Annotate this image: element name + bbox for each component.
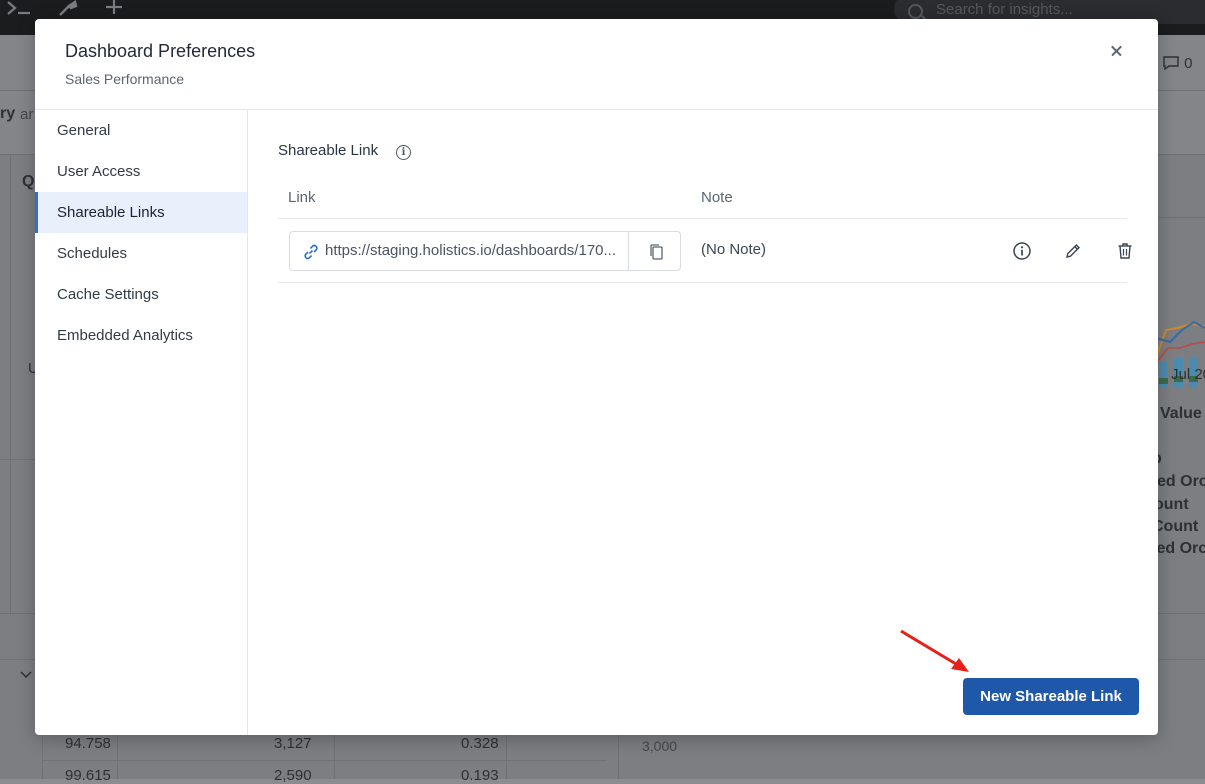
shareable-link-field[interactable]: https://staging.holistics.io/dashboards/… (289, 231, 681, 271)
modal-title: Dashboard Preferences (65, 41, 256, 61)
comments-count[interactable]: 0 (1162, 55, 1193, 72)
annotation-arrow-icon (900, 629, 969, 672)
delete-trash-icon[interactable] (1115, 241, 1135, 261)
terminal-icon[interactable] (6, 0, 32, 17)
wrench-icon[interactable] (58, 0, 78, 17)
link-info-icon[interactable] (1012, 241, 1032, 261)
preferences-sidebar: General User Access Shareable Links Sche… (35, 110, 248, 735)
new-shareable-link-button[interactable]: New Shareable Link (963, 678, 1139, 715)
search-placeholder: Search for insights... (936, 1, 1073, 18)
shareable-links-panel: Shareable Link i Link Note https://stagi… (248, 110, 1158, 735)
sidebar-item-schedules[interactable]: Schedules (35, 233, 247, 274)
plus-icon[interactable] (104, 0, 124, 17)
modal-subtitle: Sales Performance (65, 71, 185, 87)
sidebar-item-user-access[interactable]: User Access (35, 151, 247, 192)
search-icon (908, 4, 923, 19)
copy-link-button[interactable] (628, 232, 682, 270)
comment-icon (1163, 56, 1179, 71)
sidebar-item-shareable-links[interactable]: Shareable Links (35, 192, 247, 233)
modal-header: Dashboard Preferences Sales Performance (35, 19, 1158, 110)
close-icon[interactable] (1105, 39, 1129, 63)
copy-icon (650, 244, 663, 260)
column-header-note: Note (701, 189, 733, 206)
link-icon (304, 244, 318, 260)
table-row-divider (278, 282, 1127, 283)
info-icon[interactable]: i (396, 145, 411, 160)
dashboard-preferences-modal: Dashboard Preferences Sales Performance … (35, 19, 1158, 735)
sidebar-item-embedded-analytics[interactable]: Embedded Analytics (35, 315, 247, 356)
sidebar-item-general[interactable]: General (35, 110, 247, 151)
chevron-down-icon[interactable] (20, 666, 32, 683)
column-header-link: Link (288, 189, 316, 206)
shareable-link-url[interactable]: https://staging.holistics.io/dashboards/… (325, 242, 615, 259)
edit-pencil-icon[interactable] (1063, 241, 1083, 261)
link-note: (No Note) (701, 241, 767, 258)
sidebar-item-cache-settings[interactable]: Cache Settings (35, 274, 247, 315)
section-title: Shareable Link (278, 142, 379, 159)
table-header-divider (278, 218, 1127, 219)
